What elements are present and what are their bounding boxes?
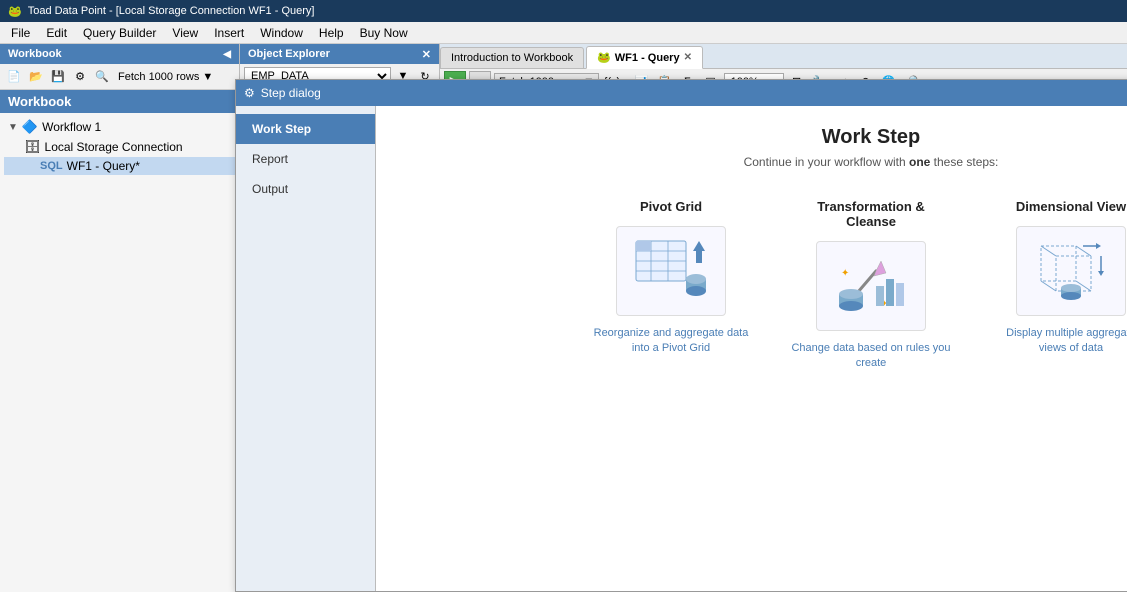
- dialog-title-label: Step dialog: [261, 86, 1127, 100]
- pivot-grid-icon-box[interactable]: [616, 226, 726, 316]
- transform-icon-box[interactable]: ✦ ✦: [816, 241, 926, 331]
- workbook-title: Workbook: [0, 90, 239, 113]
- connection-item[interactable]: 🗄 Local Storage Connection: [4, 137, 235, 157]
- workbook-toolbar: 📄 📂 💾 ⚙ 🔍 Fetch 1000 rows ▼: [0, 64, 239, 90]
- transform-option[interactable]: Transformation & Cleanse ✦ ✦: [791, 199, 951, 372]
- main-layout: Workbook ◀ 📄 📂 💾 ⚙ 🔍 Fetch 1000 rows ▼ W…: [0, 44, 1127, 592]
- menu-query-builder[interactable]: Query Builder: [76, 23, 163, 43]
- menu-file[interactable]: File: [4, 23, 37, 43]
- dialog-nav-work-step[interactable]: Work Step: [236, 114, 375, 144]
- steps-grid: Pivot Grid: [591, 199, 1127, 372]
- workbook-panel: Workbook ◀ 📄 📂 💾 ⚙ 🔍 Fetch 1000 rows ▼ W…: [0, 44, 240, 592]
- tabs-row: Introduction to Workbook 🐸 WF1 - Query ✕: [440, 44, 1127, 69]
- dialog-body: Work Step Report Output Work Step Contin…: [236, 106, 1127, 591]
- app-icon: 🐸: [8, 5, 22, 18]
- dialog-nav-report[interactable]: Report: [236, 144, 375, 174]
- menu-help[interactable]: Help: [312, 23, 351, 43]
- menu-bar: File Edit Query Builder View Insert Wind…: [0, 22, 1127, 44]
- wf1-query-label: WF1 - Query*: [67, 159, 140, 173]
- right-area: Object Explorer ✕ EMP_DATA ▼ ↻ Databases…: [240, 44, 1127, 592]
- workflow-1-arrow: ▼: [8, 122, 18, 133]
- step-dialog: ⚙ Step dialog ✕ Work Step Report Output …: [235, 79, 1127, 592]
- save-workbook-btn[interactable]: 💾: [48, 67, 68, 87]
- dialog-subtitle: Continue in your workflow with one these…: [744, 155, 999, 169]
- dialog-content-title: Work Step: [822, 126, 921, 149]
- connection-label: Local Storage Connection: [45, 140, 183, 154]
- wf1-tab-label: WF1 - Query: [615, 52, 680, 64]
- new-workbook-btn[interactable]: 📄: [4, 67, 24, 87]
- dialog-nav-output[interactable]: Output: [236, 174, 375, 204]
- menu-edit[interactable]: Edit: [39, 23, 74, 43]
- dimensional-icon-box[interactable]: [1016, 226, 1126, 316]
- query-icon: SQL: [40, 160, 63, 172]
- workbook-tree: ▼ 🔷 Workflow 1 🗄 Local Storage Connectio…: [0, 113, 239, 592]
- transform-title: Transformation & Cleanse: [791, 199, 951, 229]
- workflow-1-item[interactable]: ▼ 🔷 Workflow 1: [4, 117, 235, 137]
- pivot-grid-icon: [631, 236, 711, 306]
- dialog-title-icon: ⚙: [244, 86, 255, 100]
- object-explorer-header: Object Explorer ✕: [240, 44, 439, 64]
- menu-view[interactable]: View: [165, 23, 205, 43]
- open-workbook-btn[interactable]: 📂: [26, 67, 46, 87]
- wf1-tab-icon: 🐸: [597, 51, 611, 64]
- toolbar-btn-4[interactable]: ⚙: [70, 67, 90, 87]
- menu-window[interactable]: Window: [253, 23, 310, 43]
- workbook-pin-btn[interactable]: ◀: [223, 49, 231, 60]
- wf1-query-tab[interactable]: 🐸 WF1 - Query ✕: [586, 46, 703, 69]
- subtitle-suffix: these steps:: [930, 155, 998, 169]
- transform-icon: ✦ ✦: [831, 251, 911, 321]
- fetch-rows-label[interactable]: Fetch 1000 rows ▼: [118, 71, 213, 83]
- pivot-grid-option[interactable]: Pivot Grid: [591, 199, 751, 357]
- workbook-panel-header: Workbook ◀: [0, 44, 239, 64]
- workflow-1-icon: 🔷: [22, 119, 38, 135]
- dimensional-icon: [1031, 236, 1111, 306]
- dialog-title-bar: ⚙ Step dialog ✕: [236, 80, 1127, 106]
- wf1-query-item[interactable]: SQL WF1 - Query*: [4, 157, 235, 175]
- dimensional-option[interactable]: Dimensional View: [991, 199, 1127, 357]
- wf1-tab-close[interactable]: ✕: [684, 52, 692, 63]
- toolbar-btn-5[interactable]: 🔍: [92, 67, 112, 87]
- intro-tab[interactable]: Introduction to Workbook: [440, 47, 584, 68]
- pivot-grid-desc: Reorganize and aggregate data into a Piv…: [591, 326, 751, 357]
- subtitle-emphasis: one: [909, 155, 930, 169]
- workbook-header-label: Workbook: [8, 48, 62, 60]
- object-explorer-title: Object Explorer: [248, 48, 330, 60]
- workflow-1-label: Workflow 1: [42, 120, 101, 134]
- dialog-sidebar: Work Step Report Output: [236, 106, 376, 591]
- dimensional-desc: Display multiple aggregate views of data: [991, 326, 1127, 357]
- connection-icon: 🗄: [24, 139, 41, 155]
- menu-insert[interactable]: Insert: [207, 23, 251, 43]
- transform-desc: Change data based on rules you create: [791, 341, 951, 372]
- intro-tab-label: Introduction to Workbook: [451, 52, 573, 64]
- dialog-content: Work Step Continue in your workflow with…: [376, 106, 1127, 591]
- app-title: Toad Data Point - [Local Storage Connect…: [28, 5, 315, 17]
- object-explorer-close[interactable]: ✕: [422, 48, 431, 61]
- menu-buy-now[interactable]: Buy Now: [353, 23, 415, 43]
- title-bar: 🐸 Toad Data Point - [Local Storage Conne…: [0, 0, 1127, 22]
- svg-text:✦: ✦: [841, 268, 849, 279]
- dimensional-title: Dimensional View: [1016, 199, 1126, 214]
- pivot-grid-title: Pivot Grid: [640, 199, 702, 214]
- subtitle-prefix: Continue in your workflow with: [744, 155, 909, 169]
